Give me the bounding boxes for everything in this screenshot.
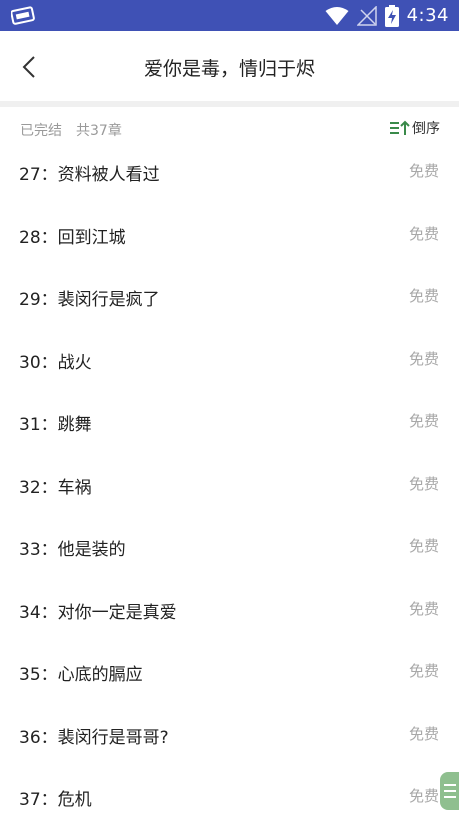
chapter-row[interactable]: 29：裴闵行是疯了 免费	[0, 265, 459, 328]
chapter-title: 32：车祸	[19, 477, 92, 498]
menu-lines-icon	[444, 784, 456, 798]
chapter-row[interactable]: 34：对你一定是真爱 免费	[0, 578, 459, 641]
chapter-price: 免费	[408, 474, 439, 493]
completion-status: 已完结	[20, 123, 62, 139]
chapter-title: 34：对你一定是真爱	[19, 602, 177, 623]
chapter-price: 免费	[408, 599, 439, 618]
chapter-row[interactable]: 30：战火 免费	[0, 328, 459, 391]
chapter-row[interactable]: 27：资料被人看过 免费	[0, 140, 459, 203]
chapter-count: 共37章	[76, 123, 122, 139]
chapter-title: 31：跳舞	[19, 415, 92, 435]
chapter-price: 免费	[408, 287, 439, 305]
chevron-left-icon	[22, 56, 35, 78]
sort-desc-icon	[390, 120, 410, 135]
chapter-title: 36：裴闵行是哥哥?	[19, 727, 169, 748]
chapter-list: 27：资料被人看过 免费 28：回到江城 免费 29：裴闵行是疯了 免费 30：…	[0, 140, 459, 828]
chapter-price: 免费	[408, 349, 439, 368]
chapter-title: 29：裴闵行是疯了	[19, 290, 160, 310]
chapter-price: 免费	[408, 662, 439, 680]
chapter-price: 免费	[408, 787, 439, 805]
chapter-price: 免费	[408, 724, 439, 743]
chapter-row[interactable]: 32：车祸 免费	[0, 453, 459, 516]
page-title: 爱你是毒，情归于烬	[143, 58, 315, 80]
sort-order-label: 倒序	[412, 121, 440, 137]
back-button[interactable]	[14, 51, 46, 83]
chapter-row[interactable]: 36：裴闵行是哥哥? 免费	[0, 703, 459, 766]
chapter-title: 30：战火	[19, 352, 92, 373]
chapter-title: 37：危机	[19, 790, 92, 810]
header-divider	[0, 101, 459, 107]
chapter-row[interactable]: 31：跳舞 免费	[0, 390, 459, 453]
floating-menu-handle[interactable]	[440, 772, 459, 810]
toolbar: 爱你是毒，情归于烬	[0, 31, 459, 101]
app-notification-icon	[11, 5, 35, 25]
sort-order-button[interactable]: 倒序	[390, 118, 440, 138]
chapter-row[interactable]: 37：危机 免费	[0, 765, 459, 828]
chapter-row[interactable]: 35：心底的膈应 免费	[0, 640, 459, 703]
chapter-price: 免费	[408, 537, 439, 555]
chapter-title: 28：回到江城	[19, 227, 126, 248]
chapter-price: 免费	[408, 224, 439, 243]
battery-charging-icon	[384, 4, 399, 27]
chapter-title: 27：资料被人看过	[19, 165, 160, 185]
chapter-row[interactable]: 28：回到江城 免费	[0, 203, 459, 266]
status-time: 4:34	[406, 5, 449, 26]
chapter-price: 免费	[408, 412, 439, 430]
signal-icon	[356, 5, 377, 26]
status-bar: 4:34	[0, 0, 459, 31]
chapter-price: 免费	[408, 162, 439, 180]
chapter-row[interactable]: 33：他是装的 免费	[0, 515, 459, 578]
chapter-info-bar: 已完结 共37章 倒序	[0, 118, 459, 142]
chapter-title: 33：他是装的	[19, 540, 126, 560]
chapter-title: 35：心底的膈应	[19, 665, 143, 685]
wifi-icon	[325, 6, 349, 26]
